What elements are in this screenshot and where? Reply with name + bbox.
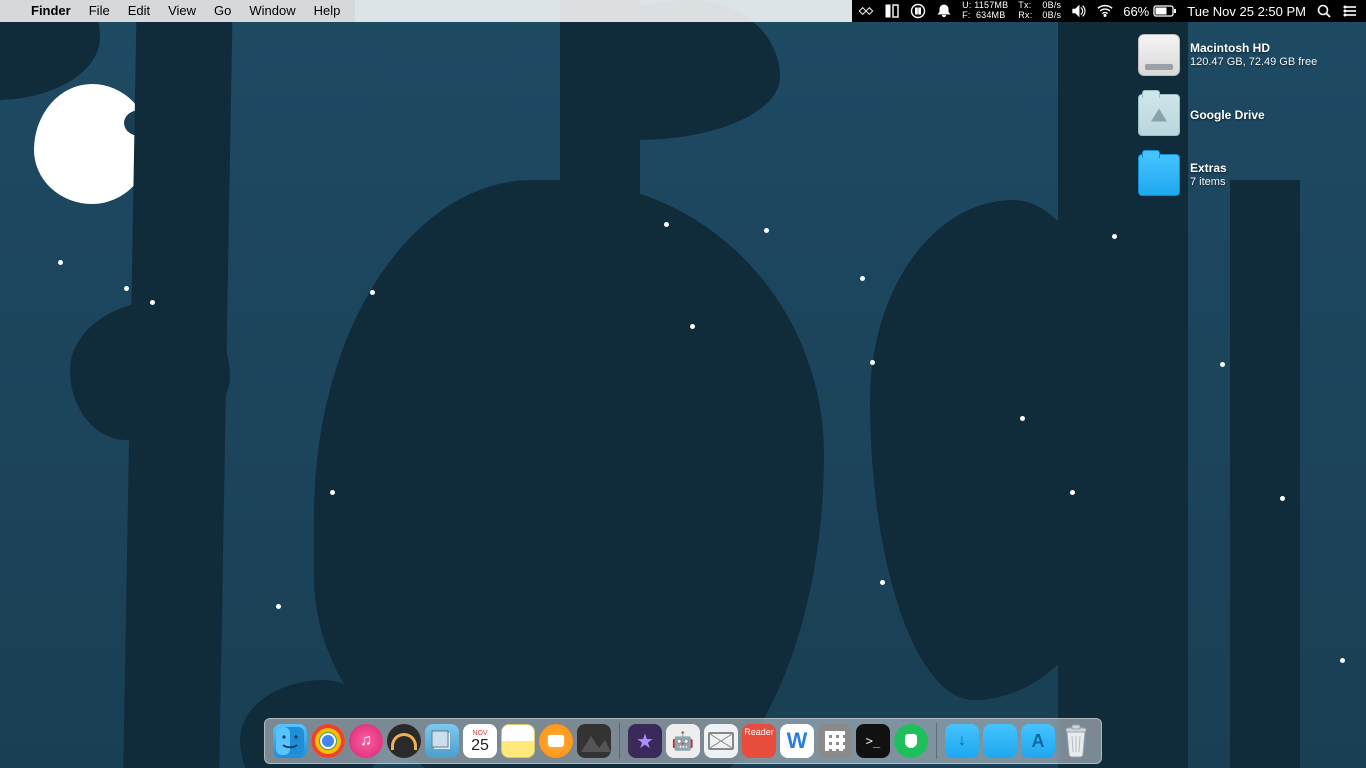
dock-trash[interactable] [1059, 724, 1093, 758]
preview-icon [431, 730, 453, 752]
reader-label: Reader [744, 727, 774, 737]
app-menu[interactable]: Finder [22, 0, 80, 22]
folder-icon [1138, 94, 1180, 136]
menu-view[interactable]: View [159, 0, 205, 22]
menu-bar-left: Finder File Edit View Go Window Help [0, 0, 355, 22]
battery-status[interactable]: 66% [1123, 4, 1177, 19]
folder-icon [1138, 154, 1180, 196]
menu-extra-bat-icon[interactable] [858, 0, 874, 22]
dock-app-imovie[interactable] [628, 724, 662, 758]
memory-stats[interactable]: U: 1157MB F: 634MB [962, 1, 1008, 21]
dock-folder-downloads[interactable] [945, 724, 979, 758]
menu-bar: Finder File Edit View Go Window Help U: … [0, 0, 1366, 22]
dock-app-automator[interactable] [666, 724, 700, 758]
wifi-icon[interactable] [1097, 0, 1113, 22]
menu-go[interactable]: Go [205, 0, 240, 22]
dock: NOV 25 Reader W [264, 718, 1102, 764]
dock-app-mail[interactable] [704, 724, 738, 758]
volume-icon[interactable] [1071, 0, 1087, 22]
dock-app-launchpad[interactable] [818, 724, 852, 758]
desktop-icons: Macintosh HD 120.47 GB, 72.49 GB free Go… [1138, 34, 1348, 196]
menu-edit[interactable]: Edit [119, 0, 159, 22]
dock-app-photos[interactable] [577, 724, 611, 758]
dock-separator [619, 723, 620, 759]
calendar-day: 25 [471, 738, 489, 754]
dock-app-notes[interactable] [501, 724, 535, 758]
network-stats-label[interactable]: Tx: Rx: [1018, 1, 1032, 21]
dock-app-preview[interactable] [425, 724, 459, 758]
dock-app-reader[interactable]: Reader [742, 724, 776, 758]
notification-center-icon[interactable] [1342, 0, 1358, 22]
network-stats-rate[interactable]: 0B/s 0B/s [1042, 1, 1061, 21]
hard-drive-icon [1138, 34, 1180, 76]
dock-folder-applications[interactable] [1021, 724, 1055, 758]
desktop-icon-subtitle: 120.47 GB, 72.49 GB free [1190, 55, 1317, 69]
dock-app-chrome[interactable] [311, 724, 345, 758]
menu-bar-right: U: 1157MB F: 634MB Tx: Rx: 0B/s 0B/s 66%… [852, 0, 1366, 22]
battery-percent: 66% [1123, 4, 1149, 19]
desktop-icon-label: Macintosh HD [1190, 41, 1317, 55]
dock-app-terminal[interactable] [856, 724, 890, 758]
menu-bar-clock[interactable]: Tue Nov 25 2:50 PM [1187, 4, 1306, 19]
battery-icon [1153, 5, 1177, 17]
desktop-icon-subtitle: 7 items [1190, 175, 1227, 189]
trash-icon [1061, 724, 1091, 758]
menu-extra-pause-icon[interactable] [910, 0, 926, 22]
dock-app-itunes[interactable] [349, 724, 383, 758]
menu-help[interactable]: Help [305, 0, 350, 22]
desktop-icon-label: Google Drive [1190, 108, 1265, 122]
dock-app-calendar[interactable]: NOV 25 [463, 724, 497, 758]
notifications-bell-icon[interactable] [936, 0, 952, 22]
spotlight-icon[interactable] [1316, 0, 1332, 22]
menu-window[interactable]: Window [240, 0, 304, 22]
dock-app-word[interactable]: W [780, 724, 814, 758]
finder-icon [276, 727, 304, 755]
desktop-icon-label: Extras [1190, 161, 1227, 175]
dock-app-finder[interactable] [273, 724, 307, 758]
dock-folder-documents[interactable] [983, 724, 1017, 758]
dock-app-overcast[interactable] [387, 724, 421, 758]
menu-file[interactable]: File [80, 0, 119, 22]
desktop-icon-google-drive[interactable]: Google Drive [1138, 94, 1348, 136]
desktop-icon-extras[interactable]: Extras 7 items [1138, 154, 1348, 196]
dock-app-pushbullet[interactable] [894, 724, 928, 758]
desktop-icon-macintosh-hd[interactable]: Macintosh HD 120.47 GB, 72.49 GB free [1138, 34, 1348, 76]
menu-extra-istat-icon[interactable] [884, 0, 900, 22]
dock-separator [936, 723, 937, 759]
dock-app-ibooks[interactable] [539, 724, 573, 758]
word-glyph: W [787, 728, 808, 754]
